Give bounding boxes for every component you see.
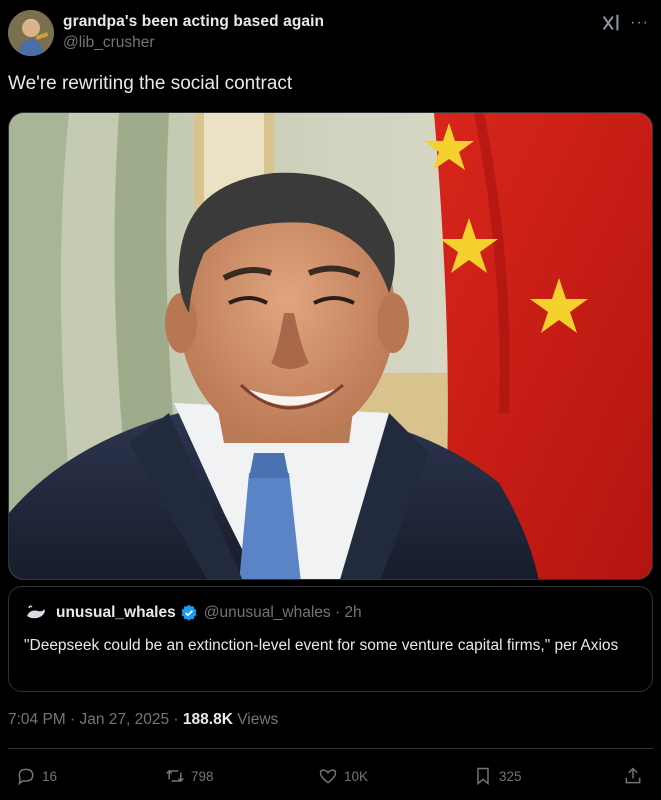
photo-illustration	[9, 113, 652, 579]
share-button[interactable]	[623, 766, 643, 786]
author-avatar[interactable]	[8, 10, 54, 56]
quote-handle-time: @unusual_whales · 2h	[203, 604, 362, 621]
grok-icon[interactable]	[600, 12, 622, 34]
like-count: 10K	[344, 768, 369, 784]
tweet-photo[interactable]	[8, 112, 653, 580]
views-count: 188.8K	[182, 711, 233, 728]
bookmark-button[interactable]: 325	[473, 766, 522, 786]
more-icon[interactable]: ···	[630, 15, 649, 31]
reply-icon	[18, 768, 34, 786]
reply-button[interactable]: 16	[16, 766, 57, 786]
quote-display-name[interactable]: unusual_whales	[56, 604, 176, 622]
quoted-tweet[interactable]: unusual_whales @unusual_whales · 2h "Dee…	[8, 586, 653, 692]
tweet-header: grandpa's been acting based again @lib_c…	[8, 8, 653, 58]
bookmark-count: 325	[499, 768, 522, 784]
repost-button[interactable]: 798	[165, 766, 214, 786]
heart-icon	[319, 769, 337, 784]
author-handle[interactable]: @lib_crusher	[63, 34, 324, 52]
author-display-name[interactable]: grandpa's been acting based again	[63, 13, 324, 31]
like-button[interactable]: 10K	[318, 766, 368, 786]
bookmark-icon	[477, 767, 489, 786]
timestamp[interactable]: 7:04 PM · Jan 27, 2025 ·	[8, 711, 183, 728]
tweet-meta: 7:04 PM · Jan 27, 2025 · 188.8K Views	[8, 711, 278, 729]
views-label: Views	[232, 711, 279, 728]
action-bar: 16 798 10K 325	[8, 766, 653, 792]
repost-icon	[166, 769, 184, 783]
divider	[8, 748, 653, 749]
repost-count: 798	[191, 768, 214, 784]
whale-avatar-icon	[24, 601, 48, 625]
tweet-text: We're rewriting the social contract	[8, 73, 293, 94]
quote-text: "Deepseek could be an extinction-level e…	[24, 637, 619, 654]
share-icon	[625, 767, 641, 784]
reply-count: 16	[42, 768, 58, 784]
verified-badge-icon	[181, 604, 197, 621]
